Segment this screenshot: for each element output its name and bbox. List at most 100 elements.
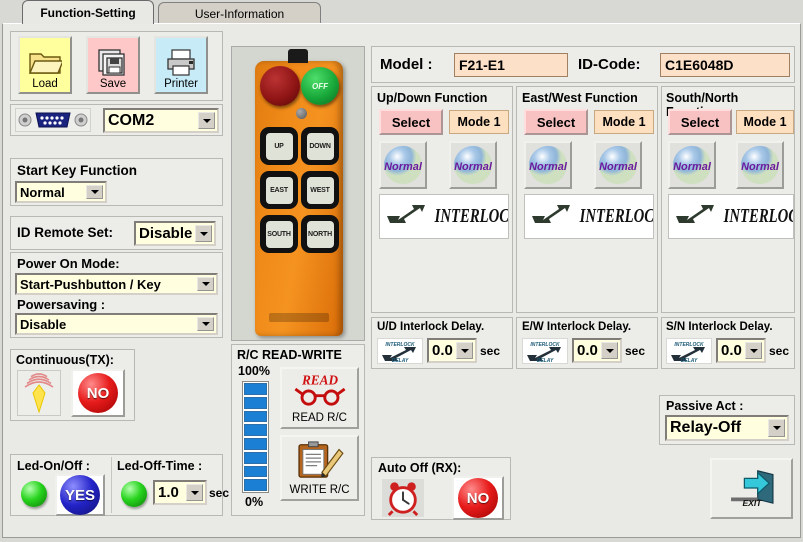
east-west-mode-display: Mode 1 [594, 110, 654, 134]
off-knob-icon: OFF [301, 67, 339, 105]
passive-act-label: Passive Act : [666, 399, 744, 413]
led-on-off-toggle[interactable]: YES [55, 474, 105, 516]
passive-act-select[interactable]: Relay-Off [665, 415, 789, 441]
svg-text:DELAY: DELAY [537, 358, 554, 363]
serial-db9-connector-icon [15, 108, 91, 132]
write-rc-button[interactable]: WRITE R/C [280, 435, 359, 501]
led-on-off-state: YES [60, 475, 100, 515]
off-knob-label: OFF [312, 81, 328, 91]
passive-act-value: Relay-Off [670, 419, 742, 436]
start-key-function-title: Start Key Function [17, 163, 138, 178]
svg-text:Normal: Normal [529, 161, 568, 173]
read-rc-button[interactable]: READ READ R/C [280, 367, 359, 429]
svg-text:DELAY: DELAY [681, 358, 698, 363]
remote-label-strip [269, 313, 329, 322]
led-off-time-label: Led-Off-Time : [117, 459, 203, 473]
start-key-function-select[interactable]: Normal [15, 181, 107, 203]
east-west-function-title: East/West Function [522, 91, 638, 105]
file-toolbar-panel: Load Save Printer [10, 31, 223, 101]
clipboard-pencil-icon [293, 440, 347, 483]
save-button[interactable]: Save [86, 36, 140, 94]
id-code-label: ID-Code: [578, 56, 641, 73]
west-direction-mode-button[interactable]: Normal [594, 141, 642, 189]
chevron-down-icon[interactable] [768, 419, 785, 437]
power-on-mode-select[interactable]: Start-Pushbutton / Key [15, 273, 218, 295]
up-down-interlock-label: INTERLOCK [434, 205, 509, 227]
ew-interlock-delay-select[interactable]: 0.0 [572, 338, 622, 363]
svg-text:DELAY: DELAY [392, 358, 409, 363]
led-on-off-label: Led-On/Off : [17, 459, 90, 473]
tab-function-setting[interactable]: Function-Setting [22, 0, 154, 24]
powersaving-select[interactable]: Disable [15, 313, 218, 335]
antenna-base [288, 49, 308, 63]
double-arrow-icon [673, 203, 717, 230]
powersaving-value: Disable [20, 316, 67, 332]
ud-interlock-delay-select[interactable]: 0.0 [427, 338, 477, 363]
chevron-down-icon[interactable] [456, 342, 473, 359]
printer-button[interactable]: Printer [154, 36, 208, 94]
east-west-interlock-label: INTERLOCK [579, 205, 654, 227]
continuous-tx-toggle[interactable]: NO [71, 369, 125, 417]
floppy-disk-icon [96, 47, 130, 77]
south-north-interlock-label: INTERLOCK [723, 205, 793, 227]
sn-interlock-delay-select[interactable]: 0.0 [716, 338, 766, 363]
auto-off-rx-toggle[interactable]: NO [452, 476, 504, 520]
powersaving-label: Powersaving : [17, 297, 106, 312]
load-button-label: Load [32, 78, 58, 90]
svg-text:READ: READ [300, 372, 338, 387]
ud-interlock-delay-value: 0.0 [432, 342, 453, 359]
chevron-down-icon[interactable] [745, 342, 762, 359]
svg-text:Normal: Normal [384, 161, 423, 173]
auto-off-rx-label: Auto Off (RX): [378, 461, 462, 475]
chevron-down-icon[interactable] [601, 342, 618, 359]
chevron-down-icon[interactable] [186, 484, 203, 501]
east-west-select-button[interactable]: Select [524, 109, 588, 135]
remote-key-down-label: DOWN [306, 132, 334, 160]
north-direction-mode-button[interactable]: Normal [736, 141, 784, 189]
rc-read-write-title: R/C READ-WRITE [237, 348, 342, 362]
com-port-select[interactable]: COM2 [103, 108, 219, 133]
emergency-stop-button-icon [260, 66, 300, 106]
chevron-down-icon[interactable] [198, 112, 215, 129]
south-north-select-label: Select [680, 114, 720, 130]
remote-key-north-label: NORTH [306, 220, 334, 248]
chevron-down-icon[interactable] [86, 185, 103, 199]
up-down-select-button[interactable]: Select [379, 109, 443, 135]
green-led-icon [17, 477, 51, 511]
sn-interlock-delay-unit: sec [769, 344, 790, 358]
alarm-clock-icon [382, 479, 424, 517]
south-north-function-panel: South/North Function Select Mode 1 Norma… [661, 86, 795, 313]
chevron-down-icon[interactable] [197, 277, 214, 291]
power-on-mode-panel: Power On Mode: Start-Pushbutton / Key Po… [10, 252, 223, 338]
down-direction-mode-button[interactable]: Normal [449, 141, 497, 189]
auto-off-rx-state: NO [458, 478, 498, 518]
power-on-mode-value: Start-Pushbutton / Key [20, 276, 161, 292]
double-arrow-icon [384, 203, 428, 230]
chevron-down-icon[interactable] [195, 225, 212, 242]
com-port-value: COM2 [108, 111, 155, 129]
load-button[interactable]: Load [18, 36, 72, 94]
power-on-mode-label: Power On Mode: [17, 256, 120, 271]
ud-interlock-delay-panel: U/D Interlock Delay. INTERLOCK DELAY 0.0… [371, 317, 513, 369]
tab-user-information[interactable]: User-Information [158, 2, 321, 24]
svg-text:EXIT: EXIT [742, 498, 762, 507]
id-remote-set-value: Disable [139, 225, 193, 242]
south-north-mode-display: Mode 1 [736, 110, 794, 134]
led-off-time-select[interactable]: 1.0 [153, 480, 207, 505]
exit-button[interactable]: EXIT [710, 458, 793, 519]
remote-key-west: WEST [301, 171, 339, 209]
remote-key-south-label: SOUTH [265, 220, 293, 248]
id-remote-set-label: ID Remote Set: [17, 225, 114, 240]
exit-door-arrow-icon: EXIT [725, 467, 779, 510]
com-port-panel: COM2 [10, 104, 223, 136]
progress-bar [242, 381, 269, 493]
tab-user-information-label: User-Information [194, 6, 285, 21]
up-direction-mode-button[interactable]: Normal [379, 141, 427, 189]
svg-text:Normal: Normal [454, 161, 493, 173]
south-north-select-button[interactable]: Select [668, 109, 732, 135]
chevron-down-icon[interactable] [197, 317, 214, 331]
east-direction-mode-button[interactable]: Normal [524, 141, 572, 189]
south-direction-mode-button[interactable]: Normal [668, 141, 716, 189]
auto-off-rx-panel: Auto Off (RX): NO [371, 457, 511, 520]
id-remote-set-select[interactable]: Disable [134, 221, 216, 246]
